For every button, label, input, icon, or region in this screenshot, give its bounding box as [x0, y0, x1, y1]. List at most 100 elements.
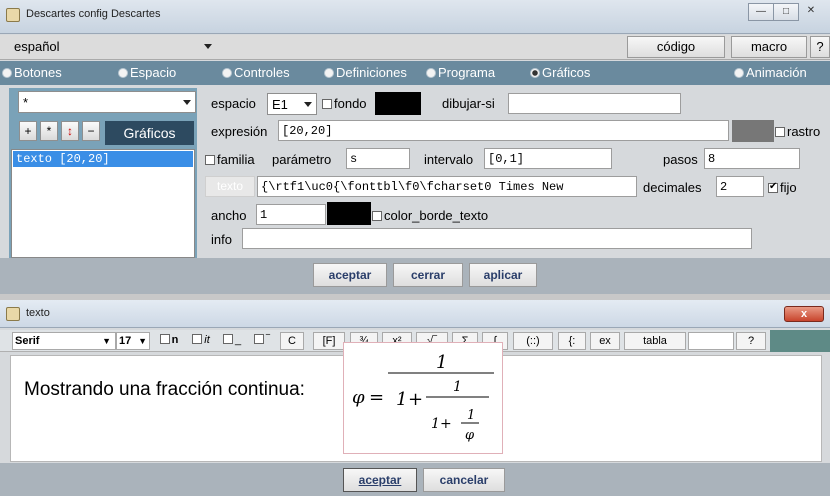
chevron-down-icon: ▼	[138, 336, 147, 346]
numerator-2: 1	[453, 379, 462, 395]
config-footer: aceptar cerrar aplicar	[0, 258, 830, 294]
config-window: Descartes config Descartes — □ ✕ español…	[0, 0, 830, 294]
checkbox-icon	[222, 334, 233, 344]
macro-button[interactable]: macro	[731, 36, 807, 58]
checkbox-icon	[192, 334, 203, 344]
toolbar-input[interactable]	[688, 332, 734, 350]
aplicar-button[interactable]: aplicar	[469, 263, 537, 287]
ancho-input[interactable]: 1	[256, 204, 326, 225]
chevron-down-icon	[204, 44, 212, 49]
continued-fraction: φ = 1 1 + 1 1 + 1 φ	[352, 352, 494, 443]
size-select[interactable]: 17 ▼	[116, 332, 150, 350]
fondo-checkbox[interactable]: fondo	[322, 96, 367, 111]
maximize-button[interactable]: □	[773, 3, 799, 21]
denominator-1: 1	[396, 389, 407, 410]
cases-button[interactable]: {:	[558, 332, 586, 350]
aceptar-button[interactable]: aceptar	[313, 263, 387, 287]
pasos-input[interactable]: 8	[704, 148, 800, 169]
tab-bar: Botones Espacio Controles Definiciones P…	[0, 61, 830, 85]
window-title: Descartes config Descartes	[26, 8, 161, 20]
checkbox-icon	[322, 99, 332, 109]
color-button[interactable]: C	[280, 332, 304, 350]
italic-label: it	[204, 334, 210, 346]
overline-toggle[interactable]: ‾	[248, 332, 276, 350]
codigo-button[interactable]: código	[627, 36, 725, 58]
tab-controles[interactable]: Controles	[222, 65, 290, 80]
expresion-label: expresión	[211, 124, 268, 139]
dibujar-si-input[interactable]	[508, 93, 681, 114]
close-button[interactable]: x	[784, 306, 824, 322]
add-button[interactable]: +	[19, 121, 37, 141]
borde-color-swatch[interactable]	[327, 202, 371, 225]
phi-symbol: φ	[352, 387, 365, 408]
help-button[interactable]: ?	[736, 332, 766, 350]
texto-button[interactable]: texto	[205, 176, 255, 197]
checkbox-icon	[254, 334, 265, 344]
formula-button[interactable]: [F]	[313, 332, 345, 350]
cerrar-button[interactable]: cerrar	[393, 263, 463, 287]
list-item[interactable]: texto [20,20]	[13, 151, 193, 167]
espacio-value: E1	[272, 97, 288, 112]
fondo-color-swatch[interactable]	[375, 92, 421, 115]
font-value: Serif	[15, 335, 40, 347]
matrix-button[interactable]: (::)	[513, 332, 553, 350]
help-button[interactable]: ?	[810, 36, 830, 58]
math-formula[interactable]: φ = 1 1 + 1 1 + 1 φ	[343, 342, 503, 454]
clone-button[interactable]: *	[40, 121, 58, 141]
color-borde-texto-checkbox[interactable]: color_borde_texto	[372, 208, 488, 223]
rastro-checkbox[interactable]: rastro	[775, 124, 820, 139]
bold-toggle[interactable]: n	[155, 332, 183, 350]
close-button[interactable]: ✕	[798, 3, 824, 21]
tab-animacion[interactable]: Animación	[734, 65, 807, 80]
checkbox-checked-icon	[768, 181, 778, 193]
decimales-input[interactable]: 2	[716, 176, 764, 197]
tab-label: Espacio	[130, 65, 177, 80]
parametro-input[interactable]: s	[346, 148, 410, 169]
minimize-button[interactable]: —	[748, 3, 774, 21]
expresion-input[interactable]: [20,20]	[278, 120, 729, 141]
tab-botones[interactable]: Botones	[2, 65, 62, 80]
ex-button[interactable]: ex	[590, 332, 620, 350]
radio-icon	[222, 68, 232, 78]
tab-label: Controles	[234, 65, 290, 80]
fijo-checkbox[interactable]: fijo	[768, 180, 797, 195]
checkbox-icon	[159, 334, 170, 344]
tabla-button[interactable]: tabla	[624, 332, 686, 350]
chevron-down-icon: ▼	[102, 336, 111, 346]
intervalo-input[interactable]: [0,1]	[484, 148, 612, 169]
tab-label: Definiciones	[336, 65, 407, 80]
tab-espacio[interactable]: Espacio	[118, 65, 176, 80]
bold-label: n	[171, 334, 179, 346]
filter-select[interactable]: *	[18, 91, 196, 113]
tab-definiciones[interactable]: Definiciones	[324, 65, 407, 80]
cancelar-button[interactable]: cancelar	[423, 468, 505, 492]
info-input[interactable]	[242, 228, 752, 249]
espacio-select[interactable]: E1	[267, 93, 317, 115]
italic-toggle[interactable]: it	[186, 332, 216, 350]
top-bar: español código macro ?	[0, 35, 830, 60]
filter-value: *	[23, 95, 29, 110]
underline-toggle[interactable]: _	[218, 332, 246, 350]
tab-programa[interactable]: Programa	[426, 65, 495, 80]
graphics-list[interactable]: texto [20,20]	[11, 149, 195, 258]
familia-label: familia	[217, 152, 255, 167]
reorder-button[interactable]: ↕	[61, 121, 79, 141]
color-borde-texto-label: color_borde_texto	[384, 208, 489, 223]
editor-text: Mostrando una fracción continua:	[24, 379, 305, 400]
toolbar-accent	[770, 330, 830, 352]
pasos-label: pasos	[663, 152, 698, 167]
familia-checkbox[interactable]: familia	[205, 152, 255, 167]
remove-button[interactable]: −	[82, 121, 100, 141]
tab-graficos[interactable]: Gráficos	[530, 65, 590, 80]
aceptar-button[interactable]: aceptar	[343, 468, 417, 492]
font-select[interactable]: Serif ▼	[12, 332, 116, 350]
editor-titlebar: texto x	[0, 300, 830, 328]
rastro-color-swatch[interactable]	[732, 120, 774, 142]
app-icon	[6, 8, 20, 22]
texto-input[interactable]: {\rtf1\uc0{\fonttbl\f0\fcharset0 Times N…	[257, 176, 637, 197]
equals-sign: =	[369, 387, 384, 408]
language-select[interactable]: español	[10, 36, 216, 58]
intervalo-label: intervalo	[424, 152, 474, 167]
size-value: 17	[119, 335, 132, 347]
tab-label: Animación	[746, 65, 807, 80]
